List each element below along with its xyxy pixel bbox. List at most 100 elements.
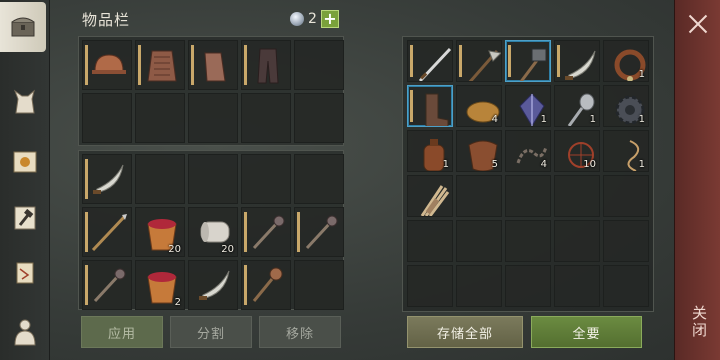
storage-slot[interactable] (407, 220, 453, 262)
storage-slot[interactable] (505, 175, 551, 217)
bag-slot[interactable] (294, 207, 344, 257)
storage-slot[interactable] (603, 175, 649, 217)
storage-slot[interactable]: 1 (505, 85, 551, 127)
storage-slot[interactable] (505, 220, 551, 262)
storage-slot[interactable] (456, 40, 502, 82)
equipment-slot[interactable] (82, 93, 132, 143)
close-icon[interactable] (688, 14, 708, 34)
durability-bar (85, 265, 88, 305)
durability-bar (459, 45, 462, 77)
equipment-grid (82, 40, 344, 143)
bag-slot[interactable] (294, 154, 344, 204)
close-button[interactable]: 关闭 (689, 305, 710, 339)
storage-slot[interactable] (603, 265, 649, 307)
durability-bar (244, 212, 247, 252)
bag-slot[interactable] (241, 260, 291, 310)
storage-slot[interactable] (456, 175, 502, 217)
equipment-slot[interactable] (241, 93, 291, 143)
tab-pets[interactable] (4, 80, 46, 124)
bag-slot[interactable] (241, 207, 291, 257)
apply-button[interactable]: 应用 (81, 316, 163, 348)
durability-bar (508, 45, 511, 77)
storage-slot[interactable]: 1 (603, 85, 649, 127)
storage-slot[interactable] (407, 85, 453, 127)
add-gem-button[interactable]: + (320, 10, 339, 28)
storage-slot[interactable]: 10 (554, 130, 600, 172)
storage-slot[interactable] (554, 40, 600, 82)
storage-slot[interactable] (603, 220, 649, 262)
split-button[interactable]: 分割 (170, 316, 252, 348)
storage-slot[interactable]: 5 (456, 130, 502, 172)
storage-slot[interactable] (554, 175, 600, 217)
equipment-slot[interactable] (135, 93, 185, 143)
chest-icon (11, 17, 35, 37)
item-count: 2 (174, 297, 181, 308)
tab-inventory[interactable] (0, 2, 46, 52)
item-count: 1 (442, 159, 449, 170)
bag-slot[interactable] (82, 260, 132, 310)
sun-book-icon (13, 151, 37, 173)
durability-bar (557, 45, 560, 77)
storage-slot[interactable] (407, 40, 453, 82)
storage-slot[interactable] (554, 220, 600, 262)
storage-slot[interactable]: 1 (603, 40, 649, 82)
bag-slot[interactable] (188, 154, 238, 204)
item-count: 1 (638, 159, 645, 170)
storage-slot[interactable]: 1 (554, 85, 600, 127)
category-sidebar (0, 0, 50, 360)
character-icon (14, 319, 36, 346)
close-sidebar: 关闭 (674, 0, 720, 360)
bag-slot[interactable]: 20 (135, 207, 185, 257)
storage-slot[interactable] (505, 40, 551, 82)
tab-map[interactable] (4, 252, 46, 296)
equipment-slot[interactable] (241, 40, 291, 90)
gem-count: 2 (308, 11, 317, 27)
durability-bar (410, 45, 413, 77)
bag-slot[interactable] (135, 154, 185, 204)
storage-slot[interactable] (505, 265, 551, 307)
remove-button[interactable]: 移除 (259, 316, 341, 348)
gem-counter: 2 + (290, 10, 339, 28)
item-count: 1 (589, 114, 596, 125)
tab-character[interactable] (4, 310, 46, 354)
hammer-icon (14, 206, 36, 230)
tab-skills[interactable] (4, 140, 46, 184)
bag-slot[interactable] (294, 260, 344, 310)
equipment-slot[interactable] (294, 40, 344, 90)
equipment-slot[interactable] (188, 40, 238, 90)
bag-slot[interactable]: 2 (135, 260, 185, 310)
bag-slot[interactable]: 20 (188, 207, 238, 257)
storage-slot[interactable] (407, 265, 453, 307)
durability-bar (191, 45, 194, 85)
storage-slot[interactable] (554, 265, 600, 307)
equipment-slot[interactable] (294, 93, 344, 143)
item-count: 1 (638, 114, 645, 125)
wolf-icon (13, 89, 35, 114)
item-count: 20 (221, 244, 234, 255)
storage-slot[interactable]: 4 (456, 85, 502, 127)
storage-slot[interactable] (456, 220, 502, 262)
storage-slot[interactable]: 1 (407, 130, 453, 172)
storage-slot[interactable] (407, 175, 453, 217)
bag-slot[interactable] (82, 207, 132, 257)
storage-grid: 1 4 1 1 1 1 5 4 10 1 (407, 40, 649, 307)
durability-bar (410, 90, 413, 122)
equipment-slot[interactable] (135, 40, 185, 90)
store-all-button[interactable]: 存储全部 (407, 316, 523, 348)
tab-crafting[interactable] (4, 196, 46, 240)
bag-slot[interactable] (241, 154, 291, 204)
storage-slot[interactable] (456, 265, 502, 307)
storage-slot[interactable]: 4 (505, 130, 551, 172)
equipment-slot[interactable] (82, 40, 132, 90)
item-count: 4 (491, 114, 498, 125)
item-count: 1 (540, 114, 547, 125)
durability-bar (85, 212, 88, 252)
bag-slot[interactable] (82, 154, 132, 204)
take-all-button[interactable]: 全要 (531, 316, 642, 348)
page-title: 物品栏 (82, 11, 131, 29)
storage-slot[interactable]: 1 (603, 130, 649, 172)
durability-bar (85, 159, 88, 199)
durability-bar (244, 45, 247, 85)
equipment-slot[interactable] (188, 93, 238, 143)
bag-slot[interactable] (188, 260, 238, 310)
